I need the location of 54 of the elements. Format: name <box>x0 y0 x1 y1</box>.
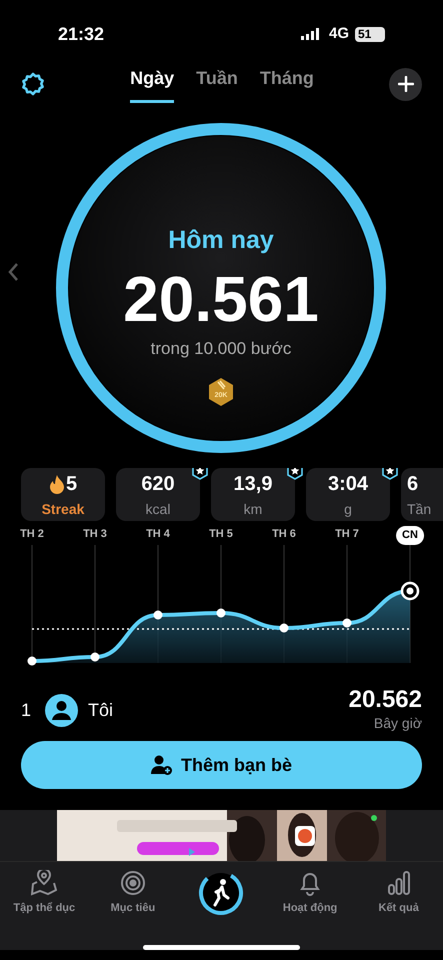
day-label[interactable]: TH 2 <box>20 526 44 542</box>
nav-item[interactable]: Kết quả <box>356 870 441 916</box>
network-type: 4G <box>328 24 349 44</box>
day-label[interactable]: TH 7 <box>335 526 359 542</box>
data-point <box>342 618 352 628</box>
step-count: 20.561 <box>123 264 319 334</box>
stat-label: km <box>244 500 262 519</box>
day-label[interactable]: CN <box>396 526 424 544</box>
left-chevron-icon[interactable] <box>7 262 19 282</box>
map-pin-icon <box>31 870 58 896</box>
rank-number: 1 <box>21 698 32 722</box>
data-point <box>154 610 162 620</box>
data-point <box>280 624 288 632</box>
data-point <box>216 608 226 618</box>
stat-label: Streak <box>42 500 84 519</box>
battery-level: 51 <box>355 26 385 42</box>
settings-icon[interactable] <box>21 72 45 96</box>
stat-label: Tần <box>407 500 432 519</box>
stat-value: 620 <box>141 472 175 497</box>
day-label[interactable]: TH 5 <box>209 526 233 542</box>
stat-label: kcal <box>146 500 170 519</box>
add-button[interactable] <box>389 68 422 100</box>
plus-icon <box>398 76 414 92</box>
nav-item[interactable]: Hoạt động <box>268 870 352 916</box>
medal-icon <box>207 377 235 407</box>
goal-text: trong 10.000 bước <box>150 338 292 360</box>
nav-item[interactable]: Tập thể dục <box>2 870 86 916</box>
clock-time: 21:32 <box>58 22 104 46</box>
tab[interactable]: Tuần <box>196 65 238 103</box>
user-steps: 20.562 <box>348 686 422 712</box>
data-point <box>90 652 100 662</box>
selected-point-icon <box>400 582 420 600</box>
add-person-icon <box>150 754 173 776</box>
day-label[interactable]: TH 6 <box>272 526 296 542</box>
avatar-icon <box>45 694 78 726</box>
data-point <box>28 656 36 666</box>
update-time: Bây giờ <box>374 714 422 733</box>
user-name: Tôi <box>88 698 114 722</box>
day-label[interactable]: TH 3 <box>83 526 107 542</box>
stat-value: 3:04 <box>328 472 368 497</box>
tab[interactable]: Tháng <box>260 65 314 103</box>
stat-value: 13,9 <box>234 472 272 497</box>
bar-chart-icon <box>386 870 412 896</box>
nav-item[interactable]: Mục tiêu <box>90 870 175 916</box>
ring-title: Hôm nay <box>168 225 274 256</box>
walking-icon <box>198 870 244 916</box>
target-icon <box>120 870 146 896</box>
flame-icon <box>48 474 65 494</box>
stat-label: g <box>344 500 352 519</box>
tab[interactable]: Ngày <box>130 65 174 103</box>
streak-count: 5 <box>66 472 78 497</box>
add-friends-button[interactable]: Thêm bạn bè <box>21 741 422 789</box>
stat-value: 6 <box>407 472 418 497</box>
day-label[interactable]: TH 4 <box>146 526 170 542</box>
